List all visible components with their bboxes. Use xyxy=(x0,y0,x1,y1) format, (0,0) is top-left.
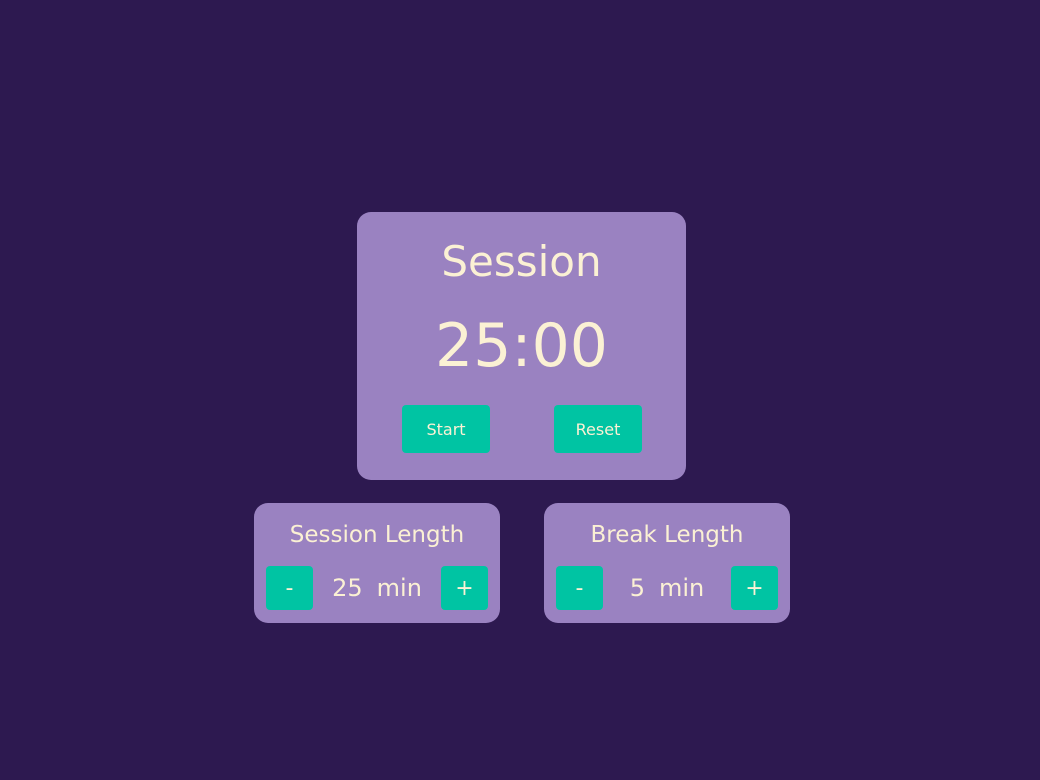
session-length-display: 25 min xyxy=(324,566,430,610)
break-increment-button[interactable]: + xyxy=(731,566,778,610)
session-increment-button[interactable]: + xyxy=(441,566,488,610)
break-length-controls: - 5 min + xyxy=(556,566,778,610)
timer-mode-label: Session xyxy=(441,237,602,286)
timer-display: 25:00 xyxy=(435,311,608,381)
pomodoro-app: Session 25:00 Start Reset Session Length… xyxy=(0,0,1040,780)
reset-button[interactable]: Reset xyxy=(554,405,642,453)
session-length-value: 25 xyxy=(332,574,363,602)
break-length-title: Break Length xyxy=(590,522,744,548)
break-length-value: 5 xyxy=(629,574,645,602)
session-length-card: Session Length - 25 min + xyxy=(254,503,500,623)
session-length-controls: - 25 min + xyxy=(266,566,488,610)
break-length-card: Break Length - 5 min + xyxy=(544,503,790,623)
break-decrement-button[interactable]: - xyxy=(556,566,603,610)
session-length-title: Session Length xyxy=(289,522,465,548)
break-length-display: 5 min xyxy=(614,566,720,610)
session-decrement-button[interactable]: - xyxy=(266,566,313,610)
timer-card: Session 25:00 Start Reset xyxy=(357,212,686,480)
break-length-unit: min xyxy=(659,574,705,602)
start-button[interactable]: Start xyxy=(402,405,490,453)
session-length-unit: min xyxy=(376,574,422,602)
